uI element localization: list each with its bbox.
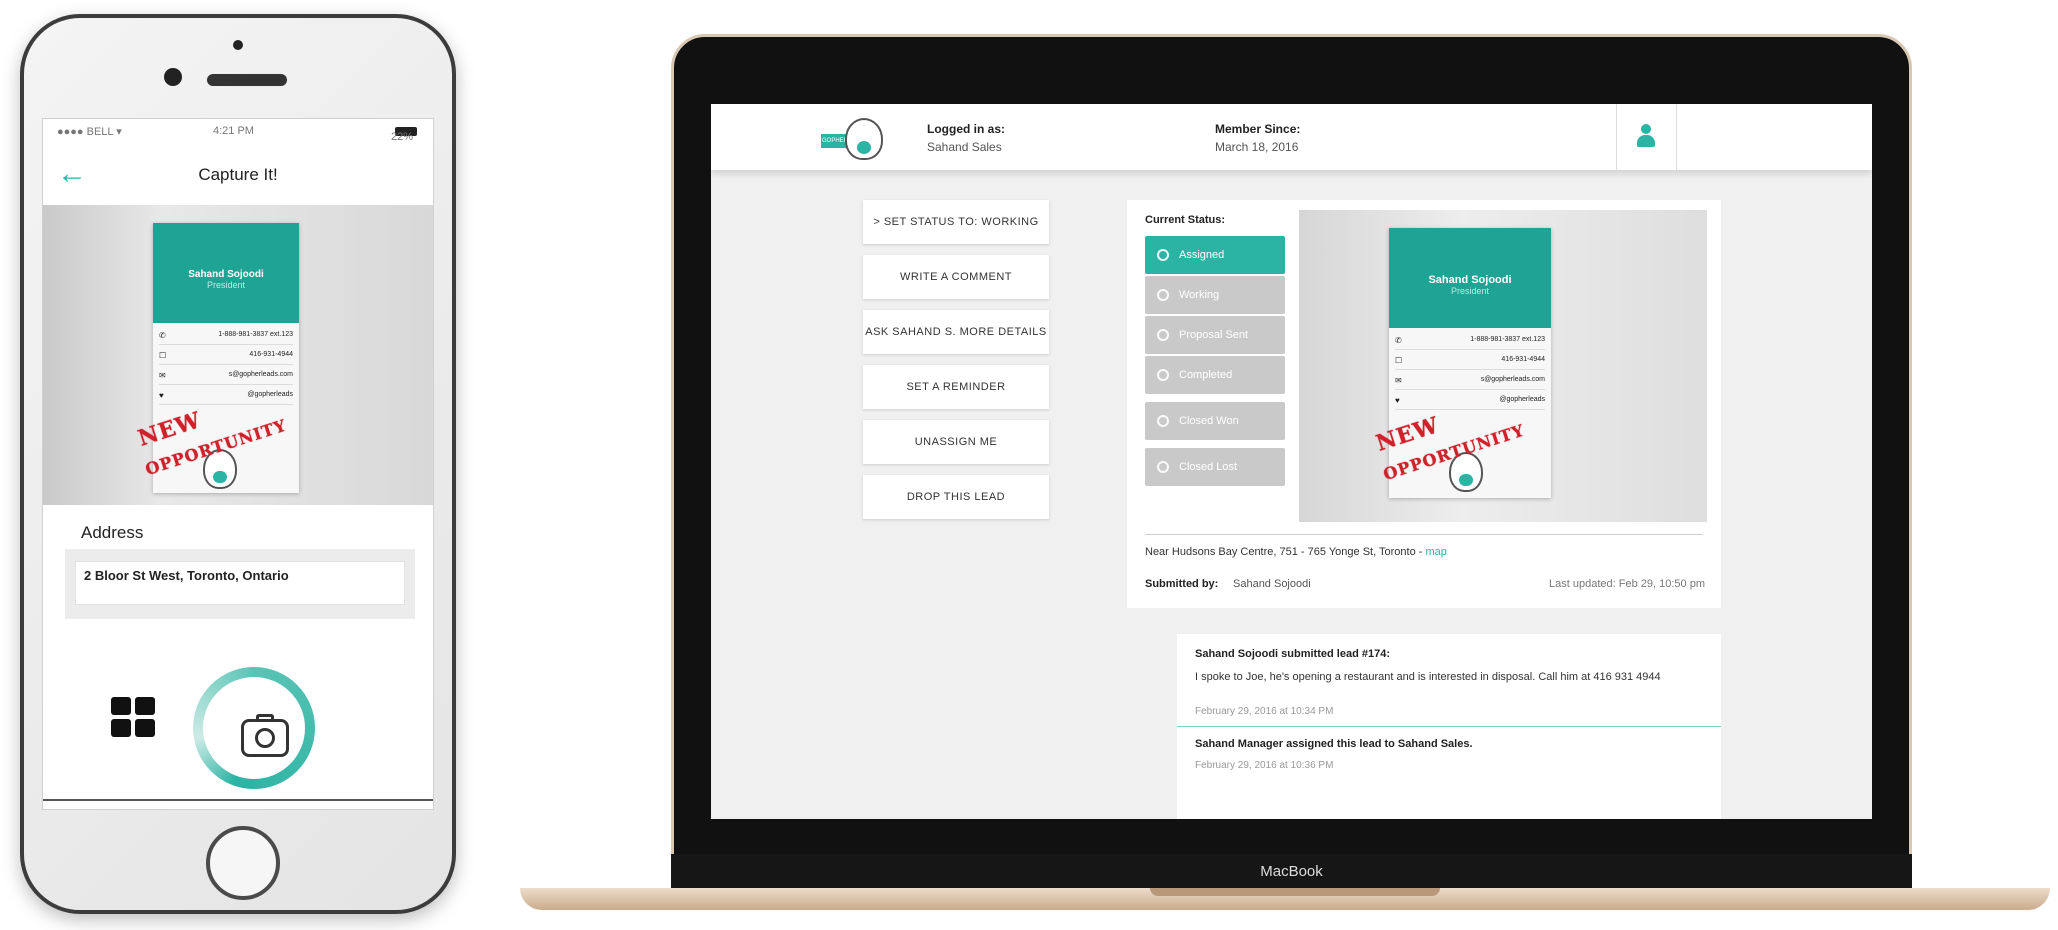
camera-icon bbox=[241, 714, 289, 757]
card-row-social: ♥ @gopherleads bbox=[1395, 396, 1545, 410]
address-input[interactable]: 2 Bloor St West, Toronto, Ontario bbox=[75, 561, 405, 605]
card-role: President bbox=[206, 280, 246, 290]
set-reminder-button[interactable]: SET A REMINDER bbox=[863, 365, 1049, 409]
phone-icon bbox=[1157, 289, 1169, 301]
drop-lead-button[interactable]: DROP THIS LEAD bbox=[863, 475, 1049, 519]
status-proposal-sent[interactable]: Proposal Sent bbox=[1145, 316, 1285, 354]
submitted-by-label: Submitted by: bbox=[1145, 578, 1219, 590]
mascot-logo-icon bbox=[845, 118, 883, 160]
phone-status-bar: ●●●● BELL ▾ 4:21 PM 22% bbox=[43, 119, 433, 145]
comment-date: February 29, 2016 at 10:36 PM bbox=[1195, 760, 1334, 771]
set-status-working-button[interactable]: > SET STATUS TO: WORKING bbox=[863, 200, 1049, 244]
check-icon bbox=[1157, 369, 1169, 381]
comment-date: February 29, 2016 at 10:34 PM bbox=[1195, 706, 1334, 717]
brand-label: MacBook bbox=[1260, 863, 1323, 880]
battery-label: 22% bbox=[391, 131, 414, 143]
address-field-wrapper: 2 Bloor St West, Toronto, Ontario bbox=[65, 549, 415, 619]
card-row-email: ✉ s@gopherleads.com bbox=[159, 371, 293, 385]
captured-photo: Sahand Sojoodi President ✆ 1-888-981-3837… bbox=[43, 205, 433, 505]
member-since-label: Member Since: bbox=[1215, 122, 1301, 136]
lead-location: Near Hudsons Bay Centre, 751 - 765 Yonge… bbox=[1145, 546, 1447, 558]
submitted-by-value: Sahand Sojoodi bbox=[1233, 578, 1311, 590]
card-row-social: ♥ @gopherleads bbox=[159, 391, 293, 405]
write-comment-button[interactable]: WRITE A COMMENT bbox=[863, 255, 1049, 299]
gallery-grid-icon[interactable] bbox=[111, 697, 155, 737]
mobile-icon: ☐ bbox=[1395, 356, 1403, 365]
member-since-date: March 18, 2016 bbox=[1215, 140, 1299, 154]
laptop-screen: GOPHER Logged in as: Sahand Sales Member… bbox=[711, 104, 1872, 819]
phone-icon: ✆ bbox=[159, 331, 166, 340]
mail-icon: ✉ bbox=[159, 371, 166, 380]
logged-in-user: Sahand Sales bbox=[927, 140, 1002, 154]
address-label: Address bbox=[81, 523, 144, 542]
battery-indicator: 22% bbox=[391, 125, 417, 143]
card-header: Sahand Sojoodi President bbox=[153, 223, 299, 323]
status-completed[interactable]: Completed bbox=[1145, 356, 1285, 394]
scroll-indicator bbox=[43, 799, 433, 801]
header-divider bbox=[1616, 104, 1617, 170]
screen-title: Capture It! bbox=[198, 165, 278, 184]
document-icon bbox=[1157, 329, 1169, 341]
comment-divider bbox=[1177, 726, 1721, 727]
header-divider bbox=[1676, 104, 1677, 170]
carrier-label: ●●●● BELL ▾ bbox=[57, 126, 122, 138]
mobile-icon: ☐ bbox=[159, 351, 167, 360]
phone-speaker bbox=[207, 74, 287, 86]
card-row-phone: ✆ 1-888-981-3837 ext.123 bbox=[159, 331, 293, 345]
assigned-icon bbox=[1157, 249, 1169, 261]
phone-icon: ✆ bbox=[1395, 336, 1402, 345]
comment-body: I spoke to Joe, he's opening a restauran… bbox=[1195, 671, 1661, 683]
laptop-notch bbox=[1150, 888, 1440, 896]
social-icon: ♥ bbox=[159, 391, 164, 400]
card-row-mobile: ☐ 416-931-4944 bbox=[159, 351, 293, 365]
home-button[interactable] bbox=[206, 826, 280, 900]
card-row-email: ✉ s@gopherleads.com bbox=[1395, 376, 1545, 390]
app-logo[interactable]: GOPHER bbox=[821, 116, 891, 162]
card-row-mobile: ☐ 416-931-4944 bbox=[1395, 356, 1545, 370]
social-icon: ♥ bbox=[1395, 396, 1400, 405]
status-assigned[interactable]: Assigned bbox=[1145, 236, 1285, 274]
clock-label: 4:21 PM bbox=[213, 125, 254, 137]
card-name: Sahand Sojoodi bbox=[1428, 274, 1512, 286]
phone-sensor bbox=[233, 40, 243, 50]
status-working[interactable]: Working bbox=[1145, 276, 1285, 314]
user-profile-icon[interactable] bbox=[1635, 124, 1657, 148]
phone-nav-bar: ← Capture It! bbox=[43, 153, 433, 197]
app-header: GOPHER Logged in as: Sahand Sales Member… bbox=[711, 104, 1872, 170]
logged-in-label: Logged in as: bbox=[927, 122, 1005, 136]
status-closed-lost[interactable]: Closed Lost bbox=[1145, 448, 1285, 486]
last-updated: Last updated: Feb 29, 10:50 pm bbox=[1549, 578, 1705, 590]
capture-button[interactable] bbox=[193, 667, 315, 789]
card-header: Sahand Sojoodi President bbox=[1389, 228, 1551, 328]
detail-divider bbox=[1145, 534, 1703, 535]
smartphone: ●●●● BELL ▾ 4:21 PM 22% ← Capture It! Sa… bbox=[20, 14, 456, 914]
status-closed-won[interactable]: Closed Won bbox=[1145, 402, 1285, 440]
card-name: Sahand Sojoodi bbox=[188, 269, 264, 280]
lead-photo[interactable]: Sahand Sojoodi President ✆ 1-888-981-3837… bbox=[1299, 210, 1707, 522]
unassign-button[interactable]: UNASSIGN ME bbox=[863, 420, 1049, 464]
comment-title: Sahand Sojoodi submitted lead #174: bbox=[1195, 648, 1390, 660]
current-status-label: Current Status: bbox=[1145, 214, 1226, 226]
activity-feed: Sahand Sojoodi submitted lead #174: I sp… bbox=[1177, 634, 1721, 819]
ask-more-details-button[interactable]: ASK SAHAND S. MORE DETAILS bbox=[863, 310, 1049, 354]
laptop-brand-bar: MacBook bbox=[671, 854, 1912, 890]
comment-title: Sahand Manager assigned this lead to Sah… bbox=[1195, 738, 1473, 750]
card-row-phone: ✆ 1-888-981-3837 ext.123 bbox=[1395, 336, 1545, 350]
capture-button-inner bbox=[203, 677, 305, 779]
front-camera bbox=[164, 68, 182, 86]
trophy-icon bbox=[1157, 415, 1169, 427]
mail-icon: ✉ bbox=[1395, 376, 1402, 385]
map-link[interactable]: map bbox=[1425, 546, 1446, 558]
phone-screen: ●●●● BELL ▾ 4:21 PM 22% ← Capture It! Sa… bbox=[42, 118, 434, 810]
cross-icon bbox=[1157, 461, 1169, 473]
card-role: President bbox=[1450, 286, 1490, 296]
lead-detail-panel: Current Status: Assigned Working Proposa… bbox=[1127, 200, 1721, 608]
